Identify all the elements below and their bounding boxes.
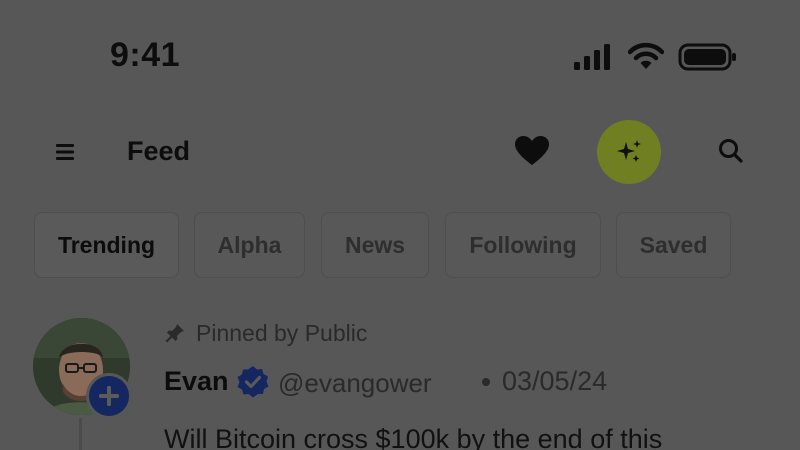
thread-line bbox=[79, 418, 82, 450]
ai-sparkle-button[interactable] bbox=[597, 120, 661, 184]
separator-dot bbox=[482, 378, 490, 386]
pinned-label: Pinned by Public bbox=[196, 320, 368, 346]
author-handle[interactable]: @evangower bbox=[278, 368, 432, 399]
wifi-icon bbox=[628, 42, 664, 69]
heart-icon bbox=[515, 136, 549, 165]
plus-icon bbox=[99, 386, 119, 406]
page-title: Feed bbox=[127, 136, 191, 166]
pin-icon bbox=[165, 324, 184, 343]
battery-icon bbox=[678, 43, 736, 71]
screen: 9:41 Feed Trending Alpha News Following … bbox=[0, 0, 800, 450]
verified-badge-icon bbox=[237, 366, 269, 398]
search-button[interactable] bbox=[706, 126, 756, 176]
tab-news[interactable]: News bbox=[321, 212, 429, 278]
post-text[interactable]: Will Bitcoin cross $100k by the end of t… bbox=[164, 424, 662, 450]
tab-saved[interactable]: Saved bbox=[616, 212, 731, 278]
follow-button[interactable] bbox=[86, 373, 132, 419]
favorites-button[interactable] bbox=[507, 126, 557, 176]
search-icon bbox=[719, 139, 743, 163]
tab-alpha[interactable]: Alpha bbox=[194, 212, 305, 278]
hamburger-menu-icon bbox=[56, 144, 74, 160]
sparkles-icon bbox=[617, 140, 641, 162]
author-name[interactable]: Evan bbox=[164, 366, 229, 397]
tab-trending[interactable]: Trending bbox=[34, 212, 179, 278]
post-date: 03/05/24 bbox=[502, 366, 608, 396]
signal-icon bbox=[574, 44, 610, 70]
tab-following[interactable]: Following bbox=[445, 212, 601, 278]
menu-button[interactable] bbox=[44, 132, 88, 172]
status-time: 9:41 bbox=[110, 36, 181, 74]
